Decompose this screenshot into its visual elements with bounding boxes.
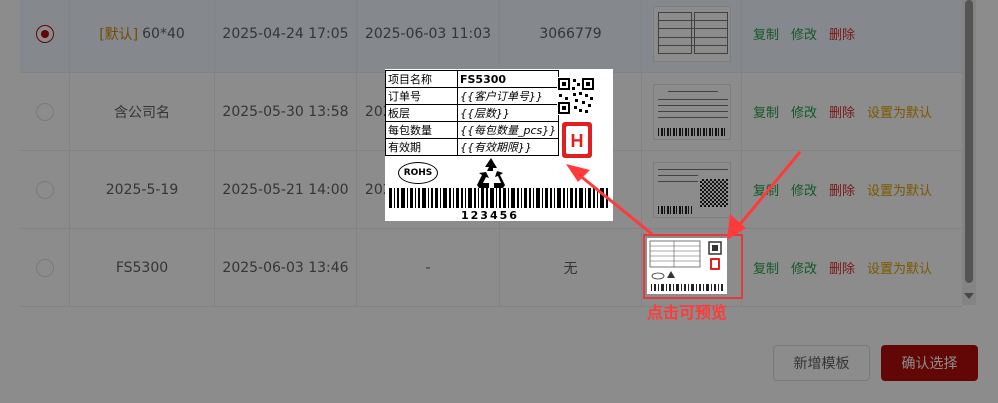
annotation-arrows <box>566 151 802 240</box>
annotation-arrow-line <box>730 151 802 235</box>
template-select-dialog: [默认] 60*40 2025-04-24 17:05 2025-06-03 11… <box>0 0 998 403</box>
annotation-arrow-line <box>577 172 653 236</box>
preview-hint-text: 点击可预览 <box>647 303 728 322</box>
annotation-arrowhead <box>727 214 746 240</box>
